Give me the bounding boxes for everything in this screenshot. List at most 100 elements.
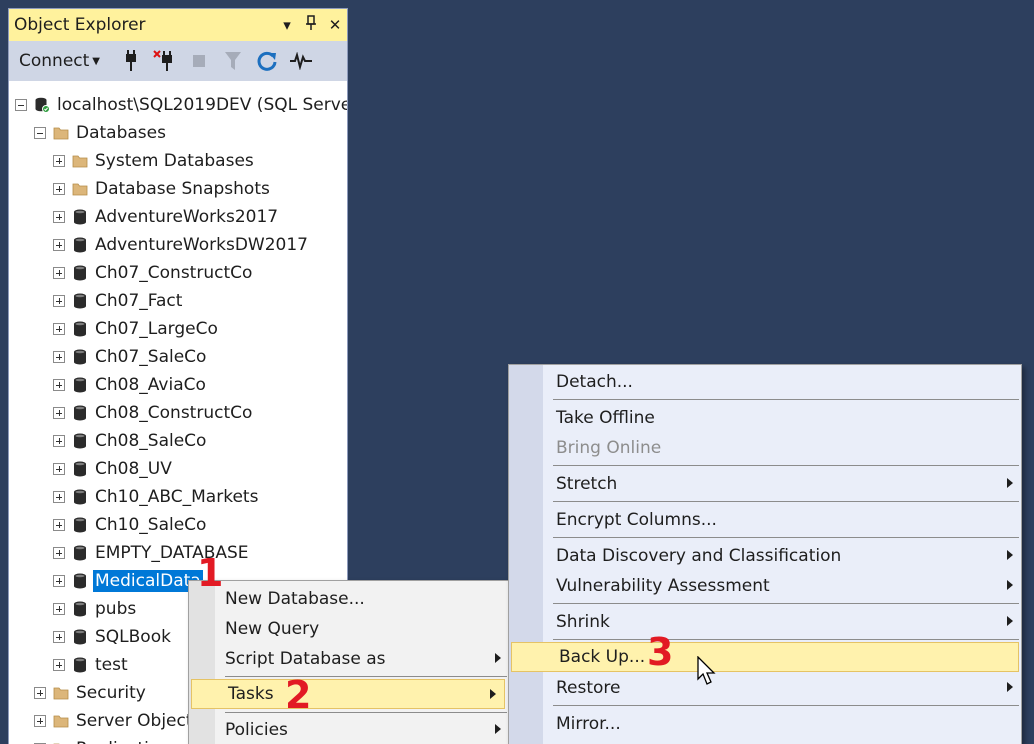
tree-node-replication[interactable]: Replication [34, 735, 172, 744]
expand-icon[interactable] [53, 407, 65, 419]
expand-icon[interactable] [53, 239, 65, 251]
tree-node-sqlbook[interactable]: SQLBook [53, 623, 173, 651]
refresh-icon[interactable] [250, 47, 284, 75]
filter-icon[interactable] [216, 47, 250, 75]
expand-icon[interactable] [53, 603, 65, 615]
database-icon [72, 321, 88, 337]
menu-item-new-query[interactable]: New Query [189, 614, 509, 644]
menu-item-new-database[interactable]: New Database... [189, 584, 509, 614]
menu-item-tasks[interactable]: Tasks [191, 679, 505, 709]
folder-icon [53, 125, 69, 141]
menu-separator [225, 712, 507, 713]
expand-icon[interactable] [53, 547, 65, 559]
expand-icon[interactable] [53, 351, 65, 363]
expand-icon[interactable] [53, 631, 65, 643]
menu-item-label: Back Up... [559, 647, 646, 667]
menu-item-data-discovery[interactable]: Data Discovery and Classification [509, 541, 1021, 571]
tree-node-ch10-saleco[interactable]: Ch10_SaleCo [53, 511, 208, 539]
disconnect-icon[interactable] [148, 47, 182, 75]
step-annotation-1: 1 [197, 551, 224, 595]
database-icon [72, 349, 88, 365]
menu-item-mirror[interactable]: Mirror... [509, 709, 1021, 739]
database-icon [72, 629, 88, 645]
tree-node-medicaldata[interactable]: MedicalData [53, 567, 203, 595]
tree-node-test[interactable]: test [53, 651, 130, 679]
collapse-icon[interactable] [15, 99, 27, 111]
menu-item-encrypt-columns[interactable]: Encrypt Columns... [509, 505, 1021, 535]
menu-item-shrink[interactable]: Shrink [509, 607, 1021, 637]
tree-node-ch10-abc-markets[interactable]: Ch10_ABC_Markets [53, 483, 260, 511]
window-position-icon[interactable]: ▾ [275, 16, 299, 34]
activity-monitor-icon[interactable] [284, 47, 318, 75]
tree-node-label: localhost\SQL2019DEV (SQL Server 1 [57, 95, 348, 115]
expand-icon[interactable] [53, 379, 65, 391]
expand-icon[interactable] [53, 155, 65, 167]
expand-icon[interactable] [53, 491, 65, 503]
expand-icon[interactable] [53, 183, 65, 195]
database-icon [72, 573, 88, 589]
tree-node-label: Replication [74, 738, 172, 744]
tree-node-label: EMPTY_DATABASE [95, 543, 249, 563]
tree-node-ch08-aviaco[interactable]: Ch08_AviaCo [53, 371, 208, 399]
close-icon[interactable]: ✕ [323, 16, 347, 34]
tree-node-label: Ch07_ConstructCo [95, 263, 253, 283]
menu-item-vulnerability-assessment[interactable]: Vulnerability Assessment [509, 571, 1021, 601]
menu-separator [553, 603, 1019, 604]
expand-icon[interactable] [53, 575, 65, 587]
tree-node-ch07-saleco[interactable]: Ch07_SaleCo [53, 343, 208, 371]
menu-item-policies[interactable]: Policies [189, 715, 509, 744]
tree-node-label: SQLBook [95, 627, 171, 647]
tree-node-system-databases[interactable]: System Databases [53, 147, 256, 175]
connect-plug-icon[interactable] [114, 47, 148, 75]
expand-icon[interactable] [53, 267, 65, 279]
expand-icon[interactable] [53, 211, 65, 223]
tree-node-ch08-constructco[interactable]: Ch08_ConstructCo [53, 399, 254, 427]
pin-icon[interactable] [299, 15, 323, 35]
expand-icon[interactable] [34, 715, 46, 727]
tree-node-security[interactable]: Security [34, 679, 148, 707]
menu-item-label: New Database... [225, 589, 365, 609]
tree-node-server-objects[interactable]: Server Objects [34, 707, 203, 735]
database-icon [72, 601, 88, 617]
menu-item-label: Tasks [228, 684, 274, 704]
expand-icon[interactable] [53, 519, 65, 531]
expand-icon[interactable] [53, 463, 65, 475]
expand-icon[interactable] [34, 687, 46, 699]
menu-item-script-database-as[interactable]: Script Database as [189, 644, 509, 674]
expand-icon[interactable] [53, 659, 65, 671]
submenu-arrow-icon [1007, 478, 1013, 488]
menu-separator [225, 676, 507, 677]
tree-node-adventureworksdw2017[interactable]: AdventureWorksDW2017 [53, 231, 310, 259]
menu-item-take-offline[interactable]: Take Offline [509, 403, 1021, 433]
tree-node-ch07-largeco[interactable]: Ch07_LargeCo [53, 315, 220, 343]
tree-node-adventureworks2017[interactable]: AdventureWorks2017 [53, 203, 280, 231]
tree-node-ch07-constructco[interactable]: Ch07_ConstructCo [53, 259, 254, 287]
tree-node-label: test [95, 655, 128, 675]
expand-icon[interactable] [53, 435, 65, 447]
menu-item-label: Policies [225, 720, 288, 740]
object-explorer-toolbar: Connect ▼ [9, 41, 347, 81]
tree-node-ch08-uv[interactable]: Ch08_UV [53, 455, 174, 483]
menu-item-stretch[interactable]: Stretch [509, 469, 1021, 499]
database-icon [72, 461, 88, 477]
menu-separator [553, 501, 1019, 502]
step-annotation-3: 3 [647, 630, 674, 674]
menu-item-label: Script Database as [225, 649, 386, 669]
menu-item-back-up[interactable]: Back Up... [511, 642, 1019, 672]
tree-node-ch07-fact[interactable]: Ch07_Fact [53, 287, 184, 315]
collapse-icon[interactable] [34, 127, 46, 139]
expand-icon[interactable] [53, 323, 65, 335]
menu-item-detach[interactable]: Detach... [509, 367, 1021, 397]
tree-node-pubs[interactable]: pubs [53, 595, 138, 623]
menu-item-restore[interactable]: Restore [509, 673, 1021, 703]
database-icon [72, 209, 88, 225]
stop-icon[interactable] [182, 47, 216, 75]
connect-button[interactable]: Connect ▼ [19, 51, 100, 71]
tree-node-server[interactable]: localhost\SQL2019DEV (SQL Server 1 [15, 91, 348, 119]
menu-item-label: Detach... [556, 372, 633, 392]
expand-icon[interactable] [53, 295, 65, 307]
submenu-arrow-icon [495, 724, 501, 734]
tree-node-databases[interactable]: Databases [34, 119, 168, 147]
tree-node-database-snapshots[interactable]: Database Snapshots [53, 175, 272, 203]
tree-node-ch08-saleco[interactable]: Ch08_SaleCo [53, 427, 208, 455]
